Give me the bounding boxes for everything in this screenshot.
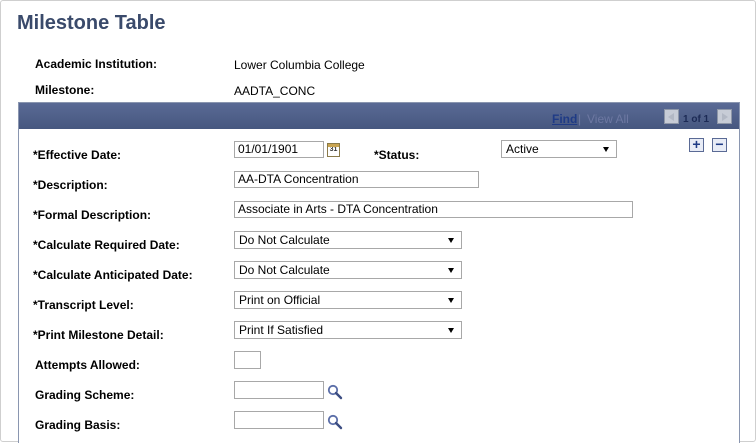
institution-value: Lower Columbia College [234,58,365,72]
arrow-left-icon [668,113,674,121]
chevron-down-icon [448,328,454,333]
milestone-value: AADTA_CONC [234,84,316,98]
next-row-button[interactable] [717,109,732,124]
formal-description-label: *Formal Description: [33,208,152,222]
institution-label: Academic Institution: [35,57,158,71]
grading-scheme-input[interactable] [234,381,324,399]
calc-anticipated-date-select[interactable]: Do Not Calculate [234,261,462,279]
chevron-down-icon [603,147,609,152]
calc-anticipated-date-value: Do Not Calculate [239,263,330,277]
transcript-level-select[interactable]: Print on Official [234,291,462,309]
grid-navigation-bar: Find | View All 1 of 1 [19,103,739,129]
previous-row-button[interactable] [664,109,679,124]
calc-required-date-value: Do Not Calculate [239,233,330,247]
page-title: Milestone Table [17,12,166,34]
description-label: *Description: [33,178,108,192]
attempts-allowed-label: Attempts Allowed: [35,358,140,372]
calc-required-date-label: *Calculate Required Date: [33,238,180,252]
attempts-allowed-input[interactable] [234,351,261,369]
grading-scheme-label: Grading Scheme: [35,388,135,402]
calendar-icon[interactable]: 31 [327,143,340,157]
page-frame: Milestone Table Academic Institution: Lo… [0,0,756,443]
status-value: Active [506,142,539,156]
chevron-down-icon [448,238,454,243]
bar-separator: | [578,112,582,126]
calc-required-date-select[interactable]: Do Not Calculate [234,231,462,249]
view-all-link[interactable]: View All [587,112,629,126]
milestone-label: Milestone: [35,83,95,97]
effective-date-label: *Effective Date: [33,148,122,162]
chevron-down-icon [448,298,454,303]
effective-date-input[interactable]: 01/01/1901 [234,141,324,158]
find-link[interactable]: Find [552,112,577,126]
grading-basis-label: Grading Basis: [35,418,121,432]
arrow-right-icon [722,113,728,121]
add-row-button[interactable]: + [689,137,704,152]
status-label: *Status: [374,148,420,162]
chevron-down-icon [448,268,454,273]
delete-row-button[interactable]: − [712,137,727,152]
formal-description-input[interactable]: Associate in Arts - DTA Concentration [234,201,633,218]
calc-anticipated-date-label: *Calculate Anticipated Date: [33,268,193,282]
print-milestone-detail-label: *Print Milestone Detail: [33,328,164,342]
transcript-level-value: Print on Official [239,293,321,307]
effective-dated-grid: Find | View All 1 of 1 *Effective Date: … [18,102,740,443]
print-milestone-detail-select[interactable]: Print If Satisfied [234,321,462,339]
calendar-day-glyph: 31 [329,146,338,153]
description-input[interactable]: AA-DTA Concentration [234,171,479,188]
search-icon[interactable] [327,414,343,430]
search-icon[interactable] [327,384,343,400]
transcript-level-label: *Transcript Level: [33,298,134,312]
status-select[interactable]: Active [501,140,617,158]
print-milestone-detail-value: Print If Satisfied [239,323,324,337]
grading-basis-input[interactable] [234,411,324,429]
row-count: 1 of 1 [683,114,710,125]
